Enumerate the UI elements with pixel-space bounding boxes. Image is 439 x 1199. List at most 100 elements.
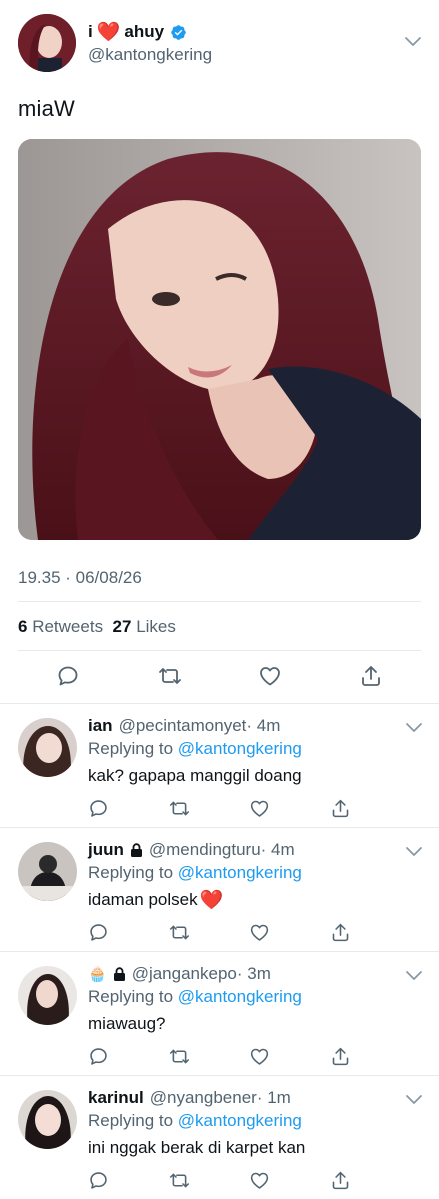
handle-text: @pecintamonyet [118,716,247,735]
avatar[interactable] [18,718,77,777]
author-name-prefix: i [88,22,93,41]
author-name-heart-emoji: ❤️ [96,21,121,43]
tweet-timestamp[interactable]: 19.35 · 06/08/26 [18,568,142,588]
share-icon[interactable] [330,1170,351,1191]
likes-label[interactable]: Likes [136,617,176,636]
tweet-text: miaW [18,96,76,121]
reply-actions [0,798,439,820]
divider [18,601,421,602]
handle-text: @jangankepo [131,964,237,983]
reply-author-handle[interactable]: @nyangbener· 1m [150,1088,291,1108]
like-icon[interactable] [249,798,270,819]
chevron-down-icon[interactable] [405,846,423,858]
reply-tweet[interactable]: 🧁 @jangankepo· 3m Replying to @kantongke… [0,951,439,1075]
reply-time: · 1m [256,1088,291,1107]
reply-text: miawaug? [88,1014,166,1034]
replying-prefix: Replying to [88,739,174,758]
avatar-image [18,842,77,901]
share-icon[interactable] [330,1046,351,1067]
handle-text: @mendingturu [148,840,261,859]
heart-emoji: ❤️ [199,889,224,911]
chevron-down-icon[interactable] [405,722,423,734]
replying-to: Replying to @kantongkering [88,987,302,1007]
replying-to-link[interactable]: @kantongkering [178,863,302,882]
reply-tweet[interactable]: ian @pecintamonyet· 4m Replying to @kant… [0,703,439,827]
chevron-down-icon[interactable] [404,36,422,48]
avatar[interactable] [18,966,77,1025]
like-icon[interactable] [258,664,282,688]
reply-icon[interactable] [56,664,80,688]
chevron-down-icon[interactable] [405,970,423,982]
reply-icon[interactable] [88,798,109,819]
reply-header: ian @pecintamonyet· 4m [88,716,280,736]
share-icon[interactable] [330,922,351,943]
share-icon[interactable] [330,798,351,819]
reply-text-content: miawaug? [88,1014,166,1033]
reply-time: · 3m [236,964,271,983]
lock-icon [130,843,142,857]
reply-icon[interactable] [88,1170,109,1191]
replying-to: Replying to @kantongkering [88,863,302,883]
reply-author-name[interactable]: karinul [88,1088,144,1108]
tweet-photo-image [18,139,421,540]
author-name-suffix: ahuy [124,22,165,41]
reply-time: · 4m [246,716,281,735]
share-icon[interactable] [359,664,383,688]
retweets-count[interactable]: 6 [18,617,27,636]
retweets-label[interactable]: Retweets [32,617,103,636]
reply-icon[interactable] [88,1046,109,1067]
retweet-icon[interactable] [169,798,190,819]
replying-prefix: Replying to [88,987,174,1006]
chevron-down-icon[interactable] [405,1094,423,1106]
reply-text: ini nggak berak di karpet kan [88,1138,305,1158]
avatar[interactable] [18,842,77,901]
author-avatar[interactable] [18,14,76,72]
author-handle[interactable]: @kantongkering [88,45,212,65]
reply-text: idaman polsek ❤️ [88,890,223,910]
reply-author-handle[interactable]: @mendingturu· 4m [149,840,295,860]
reply-author-handle[interactable]: @jangankepo· 3m [132,964,271,984]
reply-icon[interactable] [88,922,109,943]
author-name[interactable]: i ❤️ ahuy [88,22,187,42]
reply-actions [0,1170,439,1192]
retweet-icon[interactable] [169,922,190,943]
retweet-icon[interactable] [158,664,182,688]
avatar-image [18,718,77,777]
replying-to-link[interactable]: @kantongkering [178,739,302,758]
tweet-photo[interactable] [18,139,421,540]
reply-author-name[interactable]: ian [88,716,113,736]
likes-count[interactable]: 27 [113,617,132,636]
like-icon[interactable] [249,1046,270,1067]
reply-author-name[interactable]: juun [88,840,124,860]
verified-badge-icon [171,24,186,40]
avatar[interactable] [18,1090,77,1149]
replying-to: Replying to @kantongkering [88,739,302,759]
reply-text-content: idaman polsek [88,890,198,909]
reply-tweet[interactable]: juun @mendingturu· 4m Replying to @kanto… [0,827,439,951]
divider [18,650,421,651]
reply-header: karinul @nyangbener· 1m [88,1088,291,1108]
handle-text: @nyangbener [149,1088,257,1107]
reply-header: 🧁 @jangankepo· 3m [88,964,271,984]
lock-icon [113,967,125,981]
reply-header: juun @mendingturu· 4m [88,840,295,860]
reply-text-content: ini nggak berak di karpet kan [88,1138,306,1157]
replying-to-link[interactable]: @kantongkering [178,987,302,1006]
cupcake-emoji[interactable]: 🧁 [88,967,107,982]
replying-to-link[interactable]: @kantongkering [178,1111,302,1130]
reply-tweet[interactable]: karinul @nyangbener· 1m Replying to @kan… [0,1075,439,1199]
tweet-stats: 6 Retweets 27 Likes [18,617,176,637]
retweet-icon[interactable] [169,1170,190,1191]
like-icon[interactable] [249,922,270,943]
tweet-actions [0,664,439,690]
like-icon[interactable] [249,1170,270,1191]
reply-text: kak? gapapa manggil doang [88,766,302,786]
reply-author-handle[interactable]: @pecintamonyet· 4m [119,716,281,736]
replying-prefix: Replying to [88,863,174,882]
avatar-image [18,1090,77,1149]
reply-actions [0,922,439,944]
author-avatar-image [18,14,76,72]
retweet-icon[interactable] [169,1046,190,1067]
reply-text-content: kak? gapapa manggil doang [88,766,302,785]
replying-prefix: Replying to [88,1111,174,1130]
